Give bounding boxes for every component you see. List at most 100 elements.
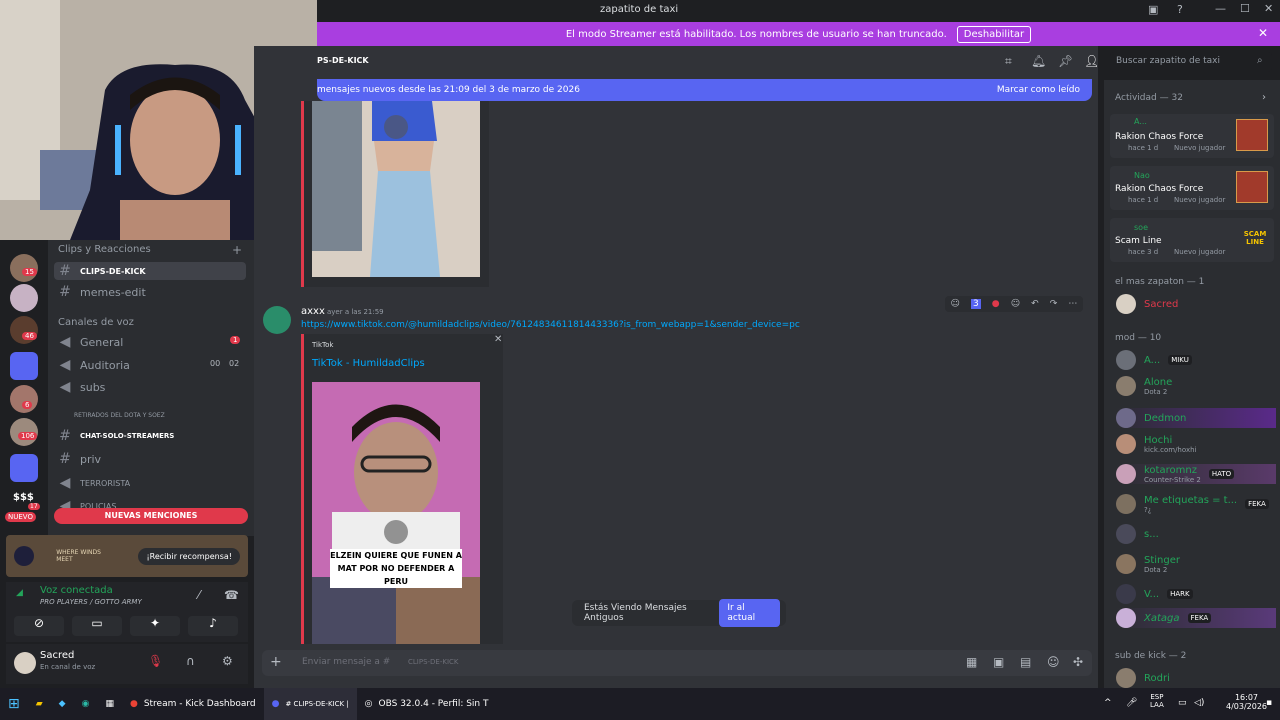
edge-icon[interactable]: ◉ (74, 688, 98, 720)
member-item[interactable]: Me etiquetas = t... ?¿ FEKA (1116, 494, 1269, 514)
reaction-count[interactable]: 3 (970, 299, 981, 309)
add-channel-icon[interactable]: + (232, 243, 242, 257)
member-item[interactable]: Stinger Dota 2 (1116, 554, 1180, 574)
threads-icon[interactable]: ⌗ (1005, 54, 1012, 69)
reply-icon[interactable]: ↶ (1031, 299, 1039, 309)
mark-as-read-button[interactable]: Marcar como leído (997, 85, 1080, 95)
member-item[interactable]: Sacred (1116, 294, 1178, 314)
member-item[interactable]: Hochi kick.com/hoxhi (1116, 434, 1196, 454)
folder-icon[interactable] (10, 352, 38, 380)
emoji-icon[interactable]: ☺ (1047, 655, 1060, 669)
voice-channel-general[interactable]: ◀ General (58, 334, 124, 350)
language-indicator[interactable]: ESP LAA (1150, 693, 1164, 709)
maximize-button[interactable]: ☐ (1240, 2, 1250, 15)
gift-icon[interactable]: ▦ (966, 655, 977, 669)
file-explorer-icon[interactable]: ▰ (28, 688, 51, 720)
search-icon[interactable]: ⌕ (1257, 55, 1263, 66)
voice-status[interactable]: Voz conectada (40, 585, 113, 596)
noise-suppression-icon[interactable]: ⁄ (198, 588, 200, 602)
help-icon[interactable]: ? (1177, 3, 1183, 16)
disable-streamer-mode-button[interactable]: Deshabilitar (956, 25, 1032, 43)
video-thumbnail[interactable] (312, 101, 480, 277)
member-item[interactable]: V... HARK (1116, 584, 1193, 604)
screen-share-button[interactable]: ▭ (72, 616, 122, 636)
channel-clips-de-kick[interactable]: # CLIPS-DE-KICK (54, 262, 246, 280)
voice-channel-detail[interactable]: PRO PLAYERS / GOTTO ARMY (40, 598, 142, 606)
channel-memes-edit[interactable]: # memes-edit (58, 284, 146, 300)
clock[interactable]: 16:07 4/03/2026 (1226, 693, 1267, 711)
channel-priv[interactable]: # priv (58, 451, 101, 467)
soundboard-button[interactable]: ♪ (188, 616, 238, 636)
jump-to-present-button[interactable]: Ir al actual (719, 599, 780, 627)
more-icon[interactable]: ⋯ (1068, 299, 1077, 309)
chevron-right-icon[interactable]: › (1262, 92, 1266, 103)
attach-icon[interactable]: + (270, 654, 282, 670)
activities-button[interactable]: ✦ (130, 616, 180, 636)
activity-header[interactable]: Actividad — 32 (1115, 93, 1183, 103)
minimize-button[interactable]: — (1215, 2, 1226, 15)
username[interactable]: Sacred (40, 650, 74, 661)
channel-terrorista[interactable]: ◀ TERRORISTA (58, 475, 130, 491)
taskbar-discord[interactable]: ● # CLIPS-DE-KICK | (263, 688, 357, 720)
message-author[interactable]: axxx (301, 306, 325, 317)
server-money[interactable]: $$$ (13, 492, 34, 503)
member-item[interactable]: A... MIKU (1116, 350, 1192, 370)
emoji-icon[interactable]: ☺ (951, 299, 960, 309)
server-icon[interactable] (10, 284, 38, 312)
avatar[interactable] (263, 306, 291, 334)
gif-icon[interactable]: ▣ (993, 655, 1004, 669)
copilot-icon[interactable]: ◆ (51, 688, 74, 720)
message-link[interactable]: https://www.tiktok.com/@humildadclips/vi… (301, 320, 800, 330)
member-item[interactable]: Rodri (1116, 668, 1170, 688)
pin-icon[interactable]: 📌︎ (1058, 54, 1073, 68)
activity-card[interactable]: Nao Rakion Chaos Force hace 1 d Nuevo ju… (1110, 166, 1274, 210)
search-input[interactable]: Buscar zapatito de taxi (1110, 52, 1272, 72)
channel-chat-solo-streamers[interactable]: # CHAT-SOLO-STREAMERS (58, 428, 174, 444)
taskbar-obs[interactable]: ◎ OBS 32.0.4 - Perfil: Sin T (357, 688, 497, 720)
bell-icon[interactable]: 🔔︎ (1031, 54, 1046, 68)
forward-icon[interactable]: ↷ (1050, 299, 1058, 309)
notification-icon[interactable]: ▪ (1266, 698, 1272, 708)
folder-icon[interactable] (10, 454, 38, 482)
windows-start-icon[interactable]: ⊞ (0, 688, 28, 720)
activity-card[interactable]: A... Rakion Chaos Force hace 1 d Nuevo j… (1110, 114, 1274, 158)
voice-channel-auditoria[interactable]: ◀ Auditoria (58, 357, 130, 373)
voice-channel-subs[interactable]: ◀ subs (58, 379, 106, 395)
taskbar-chrome[interactable]: ● Stream - Kick Dashboard (122, 688, 264, 720)
activity-card[interactable]: soe Scam Line hace 3 d Nuevo jugador SCA… (1110, 218, 1274, 262)
close-button[interactable]: ✕ (1264, 2, 1273, 15)
member-item[interactable]: s... (1116, 524, 1159, 544)
claim-reward-button[interactable]: ¡Recibir recompensa! (138, 547, 240, 565)
video-off-button[interactable]: ⊘ (14, 616, 64, 636)
add-reaction-icon[interactable]: ☺ (1011, 299, 1020, 309)
message-composer[interactable]: + Enviar mensaje a # CLIPS-DE-KICK ▦ ▣ ▤… (262, 650, 1092, 676)
category-clips[interactable]: Clips y Reacciones (58, 244, 151, 255)
member-list-icon[interactable]: 👤︎ (1084, 54, 1099, 68)
apple-icon[interactable]: ● (992, 299, 1000, 309)
close-icon[interactable]: ✕ (494, 334, 502, 345)
member-item[interactable]: Alone Dota 2 (1116, 376, 1172, 396)
apps-icon[interactable]: ✣ (1073, 655, 1083, 669)
member-item[interactable]: kotaromnz Counter-Strike 2 HATO (1116, 464, 1276, 484)
mic-icon[interactable]: 🎤︎ (1126, 698, 1137, 708)
embed-title[interactable]: TikTok - HumildadClips (312, 358, 425, 369)
video-thumbnail[interactable]: ELZEIN QUIERE QUE FUNEN A MAT POR NO DEF… (312, 382, 480, 644)
avatar[interactable] (14, 652, 36, 674)
member-item[interactable]: Xataga FEKA (1116, 608, 1276, 628)
gear-icon[interactable]: ⚙ (222, 654, 233, 668)
category-voice[interactable]: Canales de voz (58, 317, 134, 328)
mute-icon[interactable]: 🎙 (148, 654, 163, 668)
member-item[interactable]: Dedmon (1116, 408, 1276, 428)
category-retirados[interactable]: RETIRADOS DEL DOTA Y SOEZ (74, 412, 165, 419)
network-icon[interactable]: ▭ (1178, 698, 1187, 708)
sticker-icon[interactable]: ▤ (1020, 655, 1031, 669)
chevron-up-icon[interactable]: ^ (1104, 698, 1112, 708)
inbox-icon[interactable]: ▣ (1148, 3, 1158, 16)
volume-icon[interactable]: ◁) (1194, 698, 1204, 708)
close-icon[interactable]: ✕ (1258, 26, 1268, 40)
new-mentions-pill[interactable]: NUEVAS MENCIONES (54, 508, 248, 524)
new-messages-bar[interactable]: mensajes nuevos desde las 21:09 del 3 de… (317, 79, 1092, 101)
disconnect-icon[interactable]: ☎ (224, 588, 239, 602)
store-icon[interactable]: ▦ (97, 688, 122, 720)
headphones-icon[interactable]: ∩ (186, 654, 195, 668)
